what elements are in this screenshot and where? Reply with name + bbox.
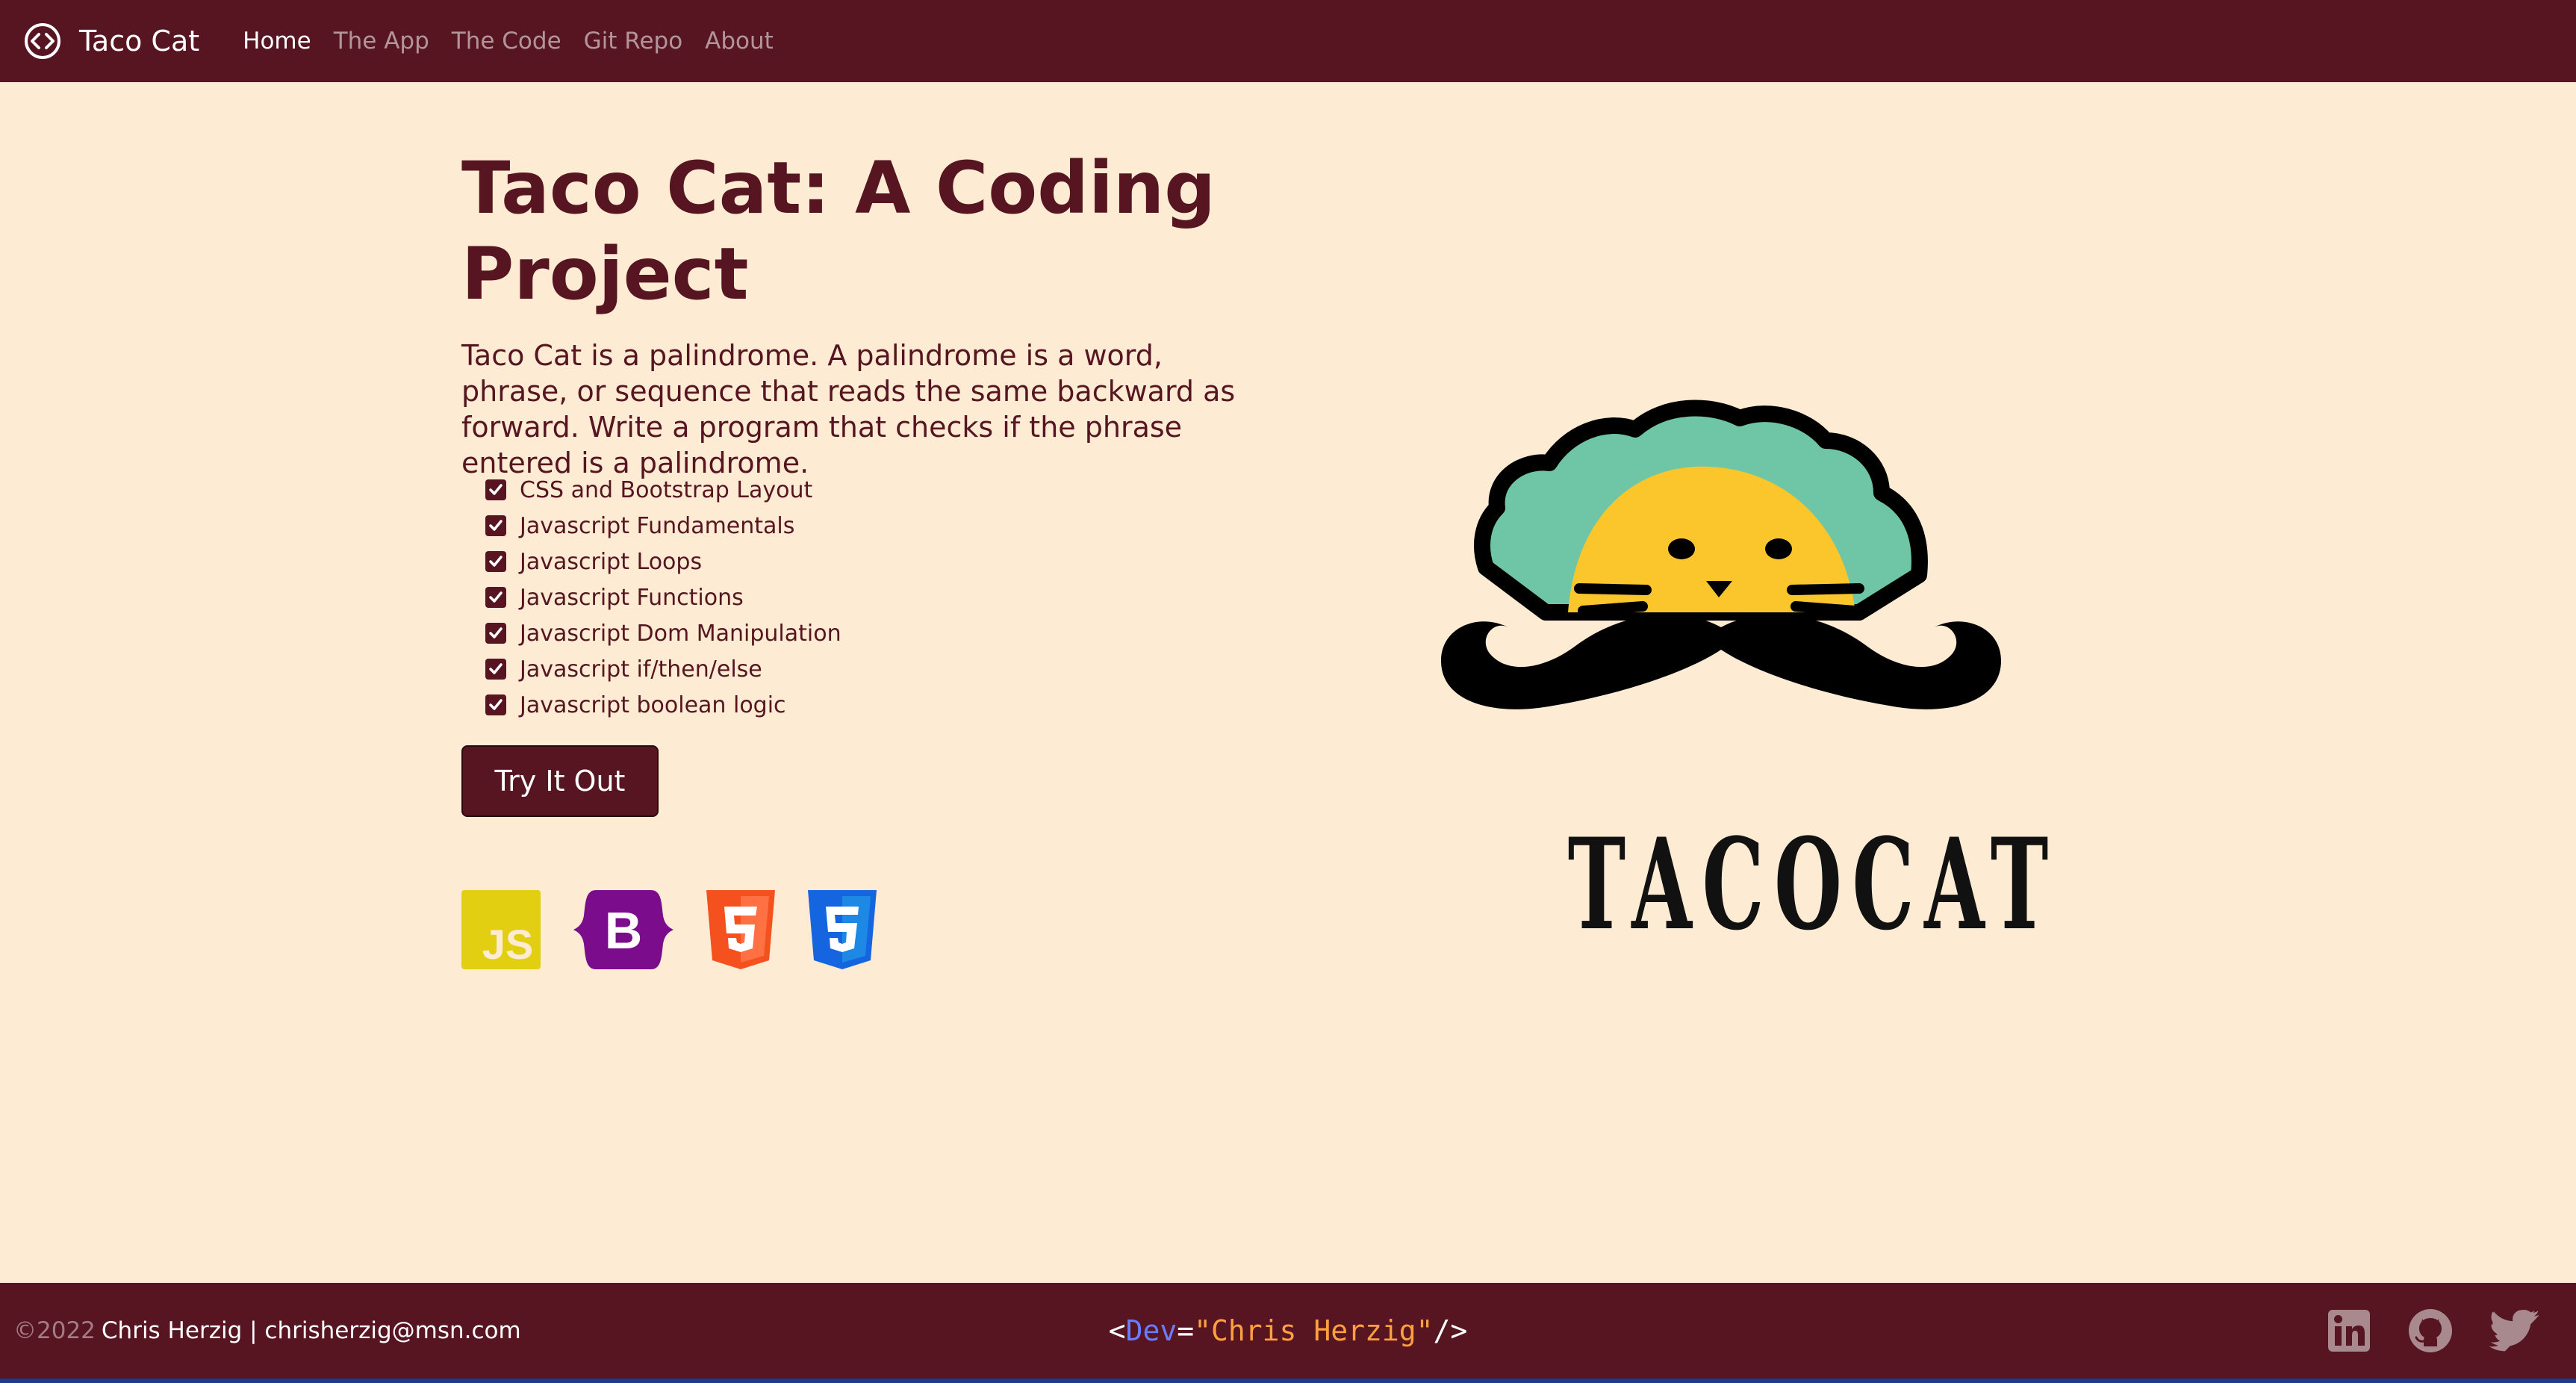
checkbox-checked-icon: [485, 623, 506, 644]
checkbox-checked-icon: [485, 694, 506, 715]
checkbox-checked-icon: [485, 479, 506, 500]
html5-icon: [706, 890, 775, 969]
checkbox-checked-icon: [485, 515, 506, 536]
twitter-icon[interactable]: [2489, 1310, 2539, 1352]
feature-label: Javascript boolean logic: [520, 692, 786, 718]
feature-item: Javascript Loops: [485, 544, 841, 579]
feature-item: Javascript Dom Manipulation: [485, 615, 841, 651]
feature-list: CSS and Bootstrap Layout Javascript Fund…: [485, 472, 841, 723]
dev-signature: < Dev = "Chris Herzig" />: [0, 1283, 2576, 1379]
nav-link-git-repo[interactable]: Git Repo: [584, 28, 683, 55]
tech-icons: JS B: [461, 890, 909, 969]
nav-link-home[interactable]: Home: [243, 28, 311, 55]
try-it-out-button[interactable]: Try It Out: [461, 745, 659, 817]
feature-label: Javascript Fundamentals: [520, 512, 795, 539]
checkbox-checked-icon: [485, 659, 506, 680]
nav-link-the-app[interactable]: The App: [334, 28, 429, 55]
code-close-bracket: />: [1433, 1314, 1468, 1347]
navbar: Taco Cat Home The App The Code Git Repo …: [0, 0, 2576, 82]
checkbox-checked-icon: [485, 551, 506, 572]
svg-text:JS: JS: [482, 921, 534, 968]
nav-link-about[interactable]: About: [705, 28, 774, 55]
nav-link-the-code[interactable]: The Code: [452, 28, 561, 55]
brand[interactable]: Taco Cat: [22, 21, 220, 61]
feature-item: Javascript boolean logic: [485, 687, 841, 723]
logo-wordmark: TACOCAT: [1567, 810, 2059, 958]
bootstrap-icon: B: [573, 890, 673, 969]
github-icon[interactable]: [2407, 1308, 2454, 1354]
hero-description: Taco Cat is a palindrome. A palindrome i…: [461, 339, 1236, 479]
feature-label: Javascript Functions: [520, 584, 744, 611]
feature-label: Javascript Loops: [520, 548, 703, 575]
social-links: [2291, 1283, 2539, 1379]
code-value: "Chris Herzig": [1194, 1314, 1434, 1347]
feature-item: Javascript if/then/else: [485, 651, 841, 687]
tacocat-logo: [1441, 400, 2001, 709]
footer: ©2022 Chris Herzig | chrisherzig@msn.com…: [0, 1283, 2576, 1383]
feature-label: Javascript if/then/else: [520, 656, 762, 683]
feature-item: Javascript Functions: [485, 579, 841, 615]
feature-label: Javascript Dom Manipulation: [520, 620, 841, 647]
code-open-bracket: <: [1108, 1314, 1126, 1347]
code-circle-icon: [25, 23, 60, 59]
feature-item: Javascript Fundamentals: [485, 508, 841, 544]
feature-item: CSS and Bootstrap Layout: [485, 472, 841, 508]
javascript-icon: JS: [461, 890, 541, 969]
code-equals: =: [1177, 1314, 1195, 1347]
feature-label: CSS and Bootstrap Layout: [520, 476, 813, 503]
checkbox-checked-icon: [485, 587, 506, 608]
svg-text:B: B: [605, 901, 643, 960]
css3-icon: [808, 890, 877, 969]
page-title: Taco Cat: A Coding Project: [461, 146, 1216, 316]
brand-name: Taco Cat: [79, 25, 200, 58]
code-tag: Dev: [1125, 1314, 1177, 1347]
linkedin-icon[interactable]: [2327, 1308, 2371, 1353]
nav-links: Home The App The Code Git Repo About: [220, 28, 774, 55]
